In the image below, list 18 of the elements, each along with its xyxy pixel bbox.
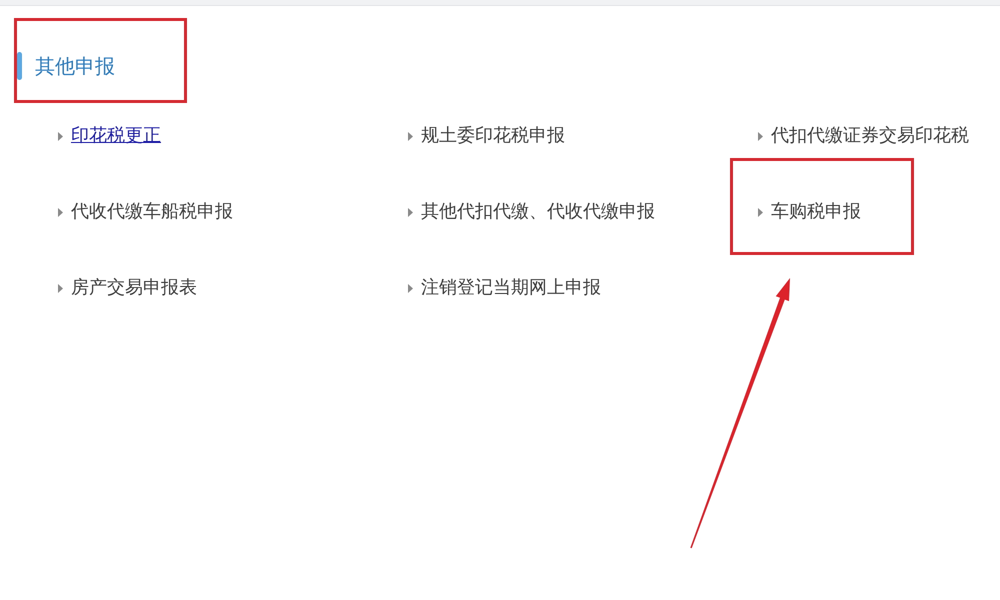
triangle-bullet-icon (408, 284, 413, 292)
declaration-link[interactable]: 其他代扣代缴、代收代缴申报 (421, 200, 655, 224)
section-marker-icon (17, 52, 22, 80)
section-title: 其他申报 (35, 53, 115, 80)
declaration-link[interactable]: 注销登记当期网上申报 (421, 276, 601, 300)
triangle-bullet-icon (58, 284, 63, 292)
declaration-link[interactable]: 车购税申报 (771, 200, 861, 224)
triangle-bullet-icon (408, 208, 413, 216)
triangle-bullet-icon (58, 132, 63, 140)
triangle-bullet-icon (408, 132, 413, 140)
triangle-bullet-icon (58, 208, 63, 216)
declaration-link[interactable]: 代收代缴车船税申报 (71, 200, 233, 224)
declaration-link[interactable]: 代扣代缴证券交易印花税 (771, 124, 969, 148)
triangle-bullet-icon (758, 208, 763, 216)
declaration-link[interactable]: 规土委印花税申报 (421, 124, 565, 148)
triangle-bullet-icon (758, 132, 763, 140)
declaration-link[interactable]: 房产交易申报表 (71, 276, 197, 300)
declaration-link[interactable]: 印花税更正 (71, 124, 161, 148)
